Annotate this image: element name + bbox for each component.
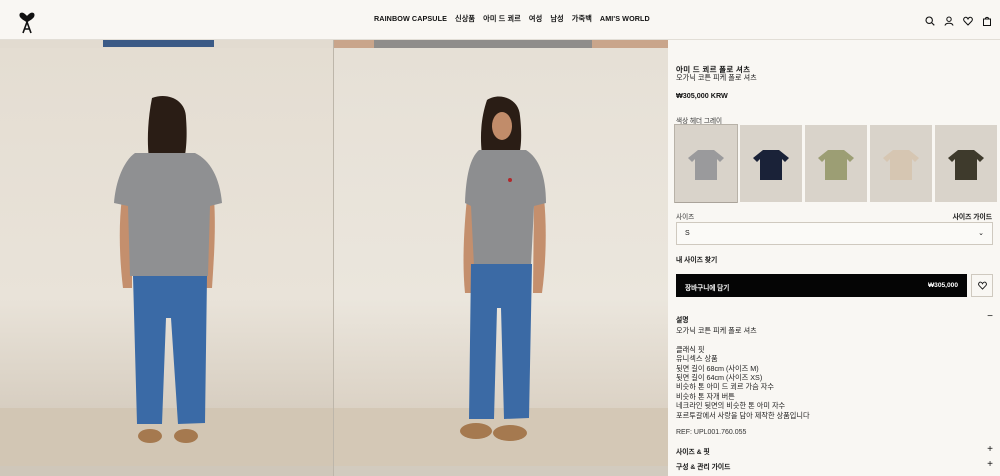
- next-image-strip-right: [334, 466, 668, 476]
- site-header: RAINBOW CAPSULE 신상품 아미 드 쾨르 여성 남성 가죽백 AM…: [0, 0, 1000, 40]
- product-info-panel: 아미 드 쾨르 폴로 셔츠 오가닉 코튼 피케 폴로 셔츠 ₩305,000 K…: [668, 40, 1000, 476]
- header-icons: [925, 13, 992, 26]
- color-label: 색상 헤더 그레이: [676, 118, 723, 125]
- product-image-back[interactable]: [0, 48, 333, 466]
- color-swatches: [674, 124, 997, 203]
- add-to-cart-button[interactable]: 장바구니에 담기 ₩305,000: [676, 274, 967, 297]
- description-line: 뒷면 길이 68cm (사이즈 M): [676, 363, 759, 373]
- previous-image-strip-left: [0, 40, 333, 48]
- nav-item-ami-de-coeur[interactable]: 아미 드 쾨르: [483, 14, 521, 24]
- description-heading[interactable]: 설명: [676, 314, 689, 324]
- swatch-navy[interactable]: [740, 125, 802, 202]
- add-to-cart-price: ₩305,000: [927, 282, 958, 289]
- accordion-composition-care-label: 구성 & 관리 가이드: [676, 464, 731, 471]
- accordion-size-fit[interactable]: 사이즈 & 핏 +: [676, 444, 993, 456]
- description-line: 뒷면 길이 64cm (사이즈 XS): [676, 373, 763, 383]
- product-reference: REF: UPL001.760.055: [676, 429, 747, 436]
- polo-olive-thumbnail: [818, 149, 854, 180]
- description-line: 비슷하 톤 자개 버튼: [676, 391, 735, 401]
- description-line: [676, 335, 976, 344]
- size-selected-value: S: [685, 230, 690, 237]
- nav-item-new[interactable]: 신상품: [455, 14, 475, 24]
- selected-swatch-indicator: [675, 202, 737, 203]
- chevron-down-icon: ⌄: [978, 230, 984, 237]
- user-icon[interactable]: [944, 13, 954, 26]
- size-label: 사이즈: [676, 214, 695, 221]
- nav-item-amis-world[interactable]: AMI'S WORLD: [600, 14, 650, 24]
- wishlist-button[interactable]: [971, 274, 993, 297]
- find-my-size-link[interactable]: 내 사이즈 찾기: [676, 254, 717, 264]
- nav-item-women[interactable]: 여성: [529, 14, 542, 24]
- swatch-dark-brown[interactable]: [935, 125, 997, 202]
- ami-logo[interactable]: [17, 6, 37, 34]
- description-line: 포르투갈에서 사랑을 담아 제작한 상품입니다: [676, 410, 810, 420]
- nav-item-rainbow-capsule[interactable]: RAINBOW CAPSULE: [374, 14, 447, 24]
- model-front-figure: [334, 96, 668, 466]
- polo-beige-thumbnail: [883, 149, 919, 180]
- nav-item-leather-bags[interactable]: 가죽백: [572, 14, 592, 24]
- description-line: 오가닉 코튼 피케 폴로 셔츠: [676, 326, 757, 335]
- accordion-composition-care[interactable]: 구성 & 관리 가이드 +: [676, 459, 993, 471]
- swatch-beige[interactable]: [870, 125, 932, 202]
- product-price: ₩305,000 KRW: [676, 91, 728, 100]
- main-nav: RAINBOW CAPSULE 신상품 아미 드 쾨르 여성 남성 가죽백 AM…: [374, 14, 650, 24]
- swatch-olive[interactable]: [805, 125, 867, 202]
- bag-icon[interactable]: [982, 13, 992, 26]
- description-body: 오가닉 코튼 피케 폴로 셔츠 클래식 핏 유니섹스 상품 뒷면 길이 68cm…: [676, 326, 976, 420]
- search-icon[interactable]: [925, 13, 935, 26]
- product-subtitle: 오가닉 코튼 피케 폴로 셔츠: [676, 73, 757, 82]
- polo-grey-thumbnail: [688, 149, 724, 180]
- size-select[interactable]: S ⌄: [676, 222, 993, 245]
- accordion-size-fit-label: 사이즈 & 핏: [676, 449, 710, 456]
- size-guide-link[interactable]: 사이즈 가이드: [953, 211, 992, 221]
- polo-navy-thumbnail: [753, 149, 789, 180]
- previous-image-strip-right: [334, 40, 668, 48]
- product-image-front[interactable]: [334, 48, 668, 466]
- description-line: 클래식 핏: [676, 344, 705, 354]
- description-line: 유니섹스 상품: [676, 354, 718, 364]
- collapse-icon[interactable]: −: [987, 311, 993, 322]
- heart-icon[interactable]: [963, 13, 973, 26]
- add-to-cart-label: 장바구니에 담기: [685, 285, 730, 292]
- description-line: 네크라인 뒷면의 비슷한 톤 아미 자수: [676, 401, 786, 411]
- description-line: 비슷하 톤 아미 드 쾨르 가슴 자수: [676, 382, 774, 392]
- plus-icon: +: [987, 459, 993, 470]
- model-back-figure: [0, 96, 333, 466]
- nav-item-men[interactable]: 남성: [550, 14, 563, 24]
- heart-icon: [977, 281, 987, 290]
- next-image-strip-left: [0, 466, 333, 476]
- plus-icon: +: [987, 444, 993, 455]
- polo-brown-thumbnail: [948, 149, 984, 180]
- swatch-heather-grey[interactable]: [674, 124, 738, 203]
